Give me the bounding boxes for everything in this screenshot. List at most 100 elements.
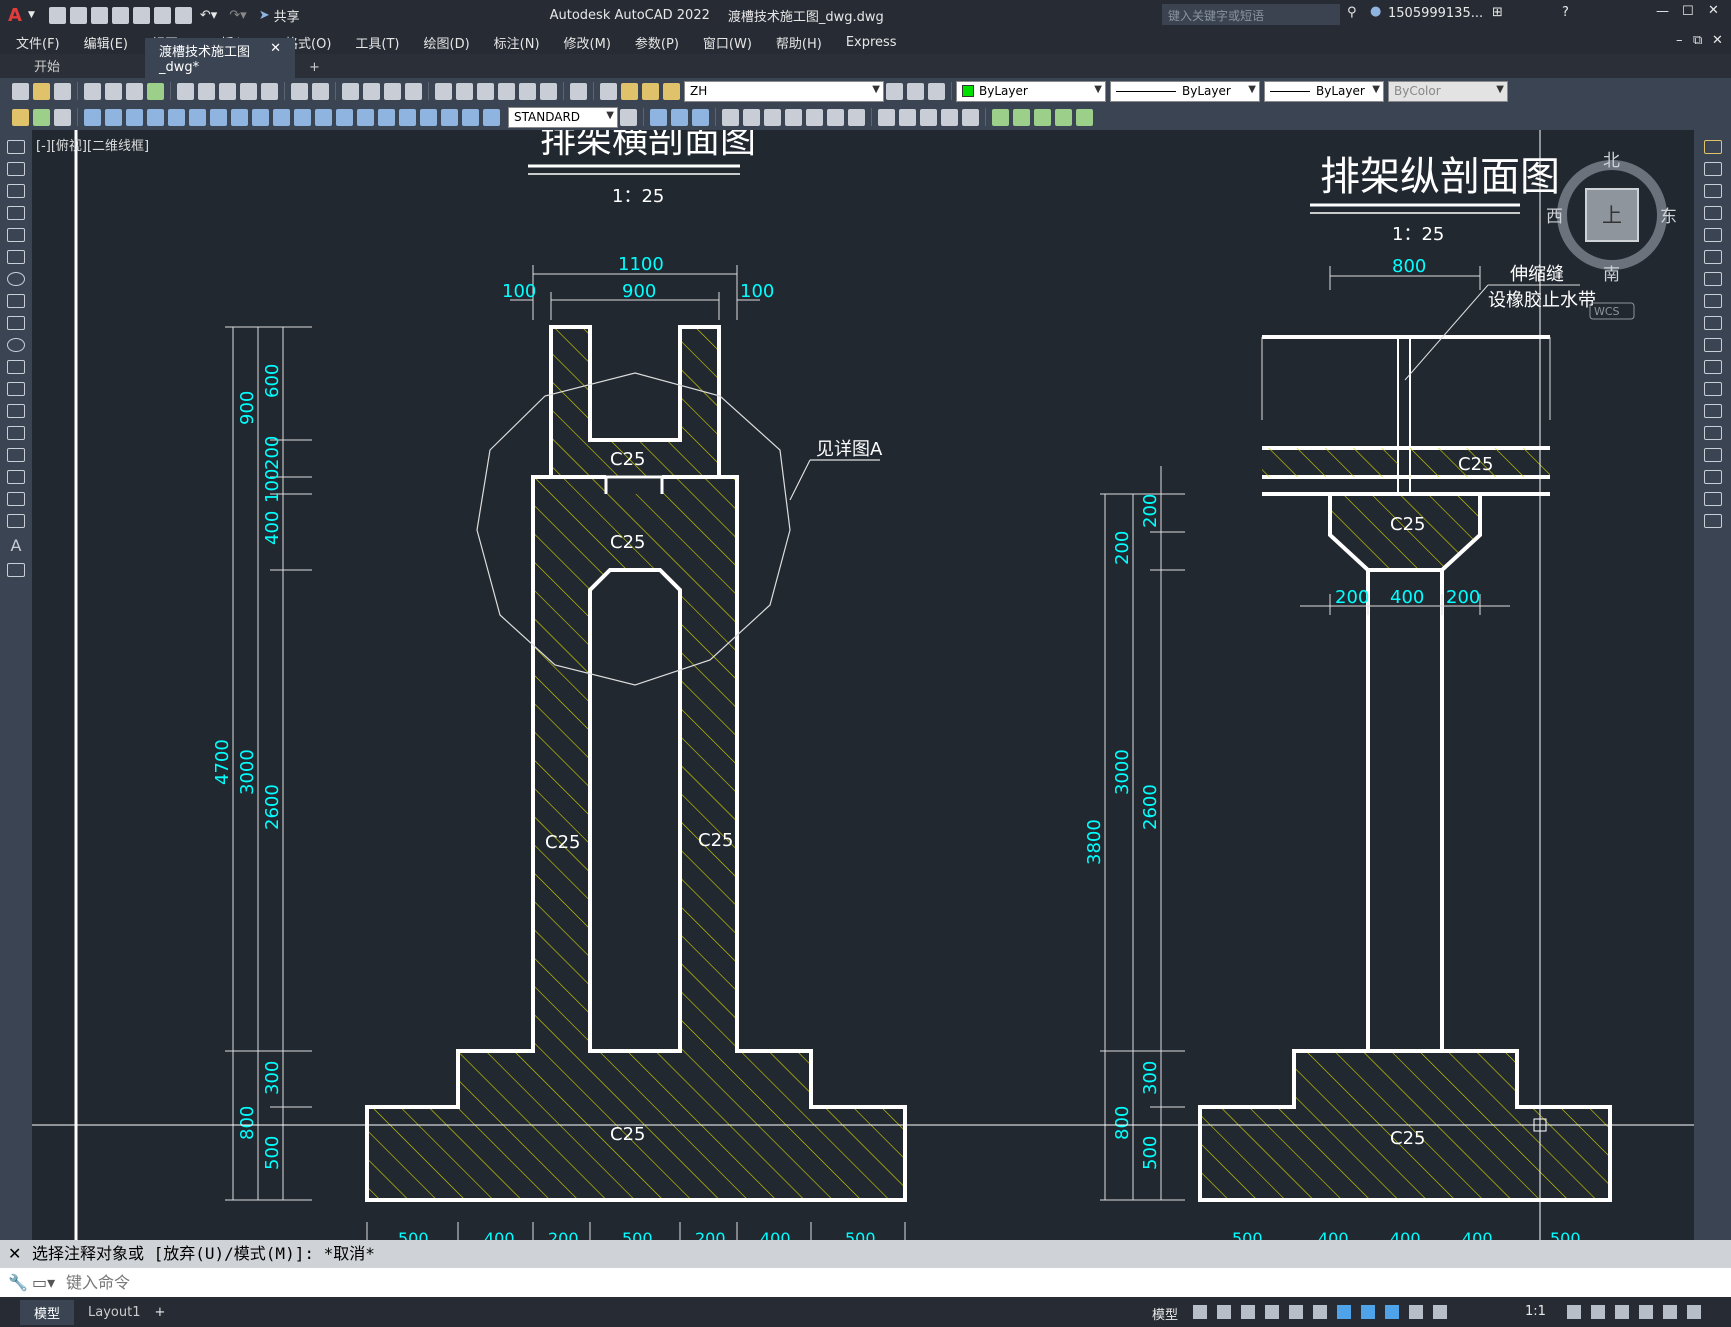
tool-m-icon[interactable] (920, 108, 937, 126)
tab-close-icon[interactable]: ✕ (270, 41, 281, 75)
save-as-icon[interactable] (111, 6, 129, 24)
layer-properties-icon[interactable] (600, 82, 617, 100)
search-icon[interactable]: ⚲ (1347, 5, 1357, 20)
tool-s-icon[interactable] (1055, 108, 1072, 126)
save-file-icon[interactable] (54, 82, 71, 100)
menu-tools[interactable]: 工具(T) (355, 33, 399, 52)
dim-edit-icon[interactable] (441, 108, 458, 126)
dim-style-icon[interactable] (33, 108, 50, 126)
zoom-previous-icon[interactable] (405, 82, 422, 100)
cart-icon[interactable]: ⊞ (1492, 5, 1503, 20)
menu-draw[interactable]: 绘图(D) (424, 33, 470, 52)
menu-modify[interactable]: 修改(M) (564, 33, 611, 52)
center-mark-icon[interactable] (378, 108, 395, 126)
join-icon[interactable] (1703, 426, 1722, 440)
region-icon[interactable] (7, 492, 25, 506)
hatch-icon[interactable] (7, 448, 25, 462)
blend-icon[interactable] (1703, 492, 1722, 506)
doc-close-icon[interactable]: ✕ (1712, 33, 1723, 48)
grid-icon[interactable] (1193, 1305, 1207, 1319)
open-file-icon[interactable] (33, 82, 50, 100)
search-input[interactable]: 键入关键字或短语 (1162, 4, 1340, 25)
user-icon[interactable]: ● (1370, 4, 1381, 19)
dim-style-dropdown[interactable]: STANDARD ▼ (508, 106, 618, 128)
minimize-icon[interactable]: — (1656, 4, 1669, 19)
spline-icon[interactable] (7, 316, 25, 330)
layer-state-icon[interactable] (928, 82, 945, 100)
table-icon[interactable] (7, 514, 25, 528)
isodraft-icon[interactable] (1289, 1305, 1303, 1319)
erase-icon[interactable] (1703, 140, 1722, 154)
layer-on-icon[interactable] (621, 82, 638, 100)
pan-icon[interactable] (342, 82, 359, 100)
tool-h-icon[interactable] (806, 108, 823, 126)
doc-minimize-icon[interactable]: – (1676, 33, 1683, 48)
user-name[interactable]: 1505999135... (1388, 6, 1483, 21)
block-editor-icon[interactable] (261, 82, 278, 100)
help-icon[interactable]: ? (1562, 5, 1569, 20)
polar-icon[interactable] (1265, 1305, 1279, 1319)
transparency-icon[interactable] (1385, 1305, 1399, 1319)
viewport-label[interactable]: [-][俯视][二维线框] (36, 138, 149, 154)
dim-space-icon[interactable] (315, 108, 332, 126)
cmd-prompt-icon[interactable]: ▭▾ (32, 1268, 55, 1297)
menu-file[interactable]: 文件(F) (16, 33, 60, 52)
layer-freeze-icon[interactable] (642, 82, 659, 100)
new-tab-button[interactable]: + (295, 57, 334, 78)
undo-icon[interactable]: ↶▾ (200, 8, 217, 23)
fillet-icon[interactable] (1703, 470, 1722, 484)
annotation-scale[interactable]: 1:1 (1525, 1304, 1546, 1319)
open-icon[interactable] (69, 6, 87, 24)
insert-block-icon[interactable] (7, 382, 25, 396)
add-layout-icon[interactable]: + (154, 1305, 165, 1320)
wrench-icon[interactable]: 🔧 (8, 1268, 28, 1297)
ordinate-icon[interactable] (147, 108, 164, 126)
tool-l-icon[interactable] (899, 108, 916, 126)
copy-icon[interactable] (198, 82, 215, 100)
tool-palettes-icon[interactable] (477, 82, 494, 100)
ortho-icon[interactable] (1241, 1305, 1255, 1319)
extend-icon[interactable] (1703, 360, 1722, 374)
arc-length-icon[interactable] (126, 108, 143, 126)
new-icon[interactable] (48, 6, 66, 24)
menu-parametric[interactable]: 参数(P) (635, 33, 679, 52)
workspace-gear-icon[interactable] (1567, 1305, 1581, 1319)
3d-print-icon[interactable] (147, 82, 164, 100)
ellipse-icon[interactable] (7, 338, 25, 352)
break-icon[interactable] (1703, 404, 1722, 418)
aligned-dim-icon[interactable] (105, 108, 122, 126)
baseline-icon[interactable] (273, 108, 290, 126)
offset-icon[interactable] (1703, 206, 1722, 220)
customize-icon[interactable] (1687, 1305, 1701, 1319)
open-web-icon[interactable] (132, 6, 150, 24)
jogged-linear-icon[interactable] (420, 108, 437, 126)
tool-b-icon[interactable] (671, 108, 688, 126)
dim-text-edit-icon[interactable] (462, 108, 479, 126)
viewcube-south[interactable]: 南 (1603, 265, 1620, 285)
viewcube-wcs[interactable]: WCS (1594, 305, 1620, 318)
angular-icon[interactable] (231, 108, 248, 126)
stretch-icon[interactable] (1703, 316, 1722, 330)
text-icon[interactable] (12, 108, 29, 126)
snap-icon[interactable] (1217, 1305, 1231, 1319)
lineweight-icon[interactable] (1361, 1305, 1375, 1319)
menu-dimension[interactable]: 标注(N) (494, 33, 540, 52)
copy-object-icon[interactable] (1703, 162, 1722, 176)
linetype-dropdown[interactable]: ByLayer ▼ (1110, 80, 1260, 102)
tool-r-icon[interactable] (1034, 108, 1051, 126)
viewcube-north[interactable]: 北 (1603, 151, 1620, 171)
ellipse-arc-icon[interactable] (7, 360, 25, 374)
save-icon[interactable] (90, 6, 108, 24)
tool-i-icon[interactable] (827, 108, 844, 126)
layer-previous-icon[interactable] (907, 82, 924, 100)
annotation-visibility-icon[interactable] (1409, 1305, 1423, 1319)
tool-o-icon[interactable] (962, 108, 979, 126)
menu-edit[interactable]: 编辑(E) (84, 33, 128, 52)
tool-q-icon[interactable] (1013, 108, 1030, 126)
share-icon[interactable]: ➤ (259, 8, 270, 23)
polygon-icon[interactable] (7, 206, 25, 220)
add-selected-icon[interactable] (7, 563, 25, 577)
zoom-realtime-icon[interactable] (363, 82, 380, 100)
viewcube-east[interactable]: 东 (1660, 207, 1677, 227)
rectangle-icon[interactable] (7, 228, 25, 242)
